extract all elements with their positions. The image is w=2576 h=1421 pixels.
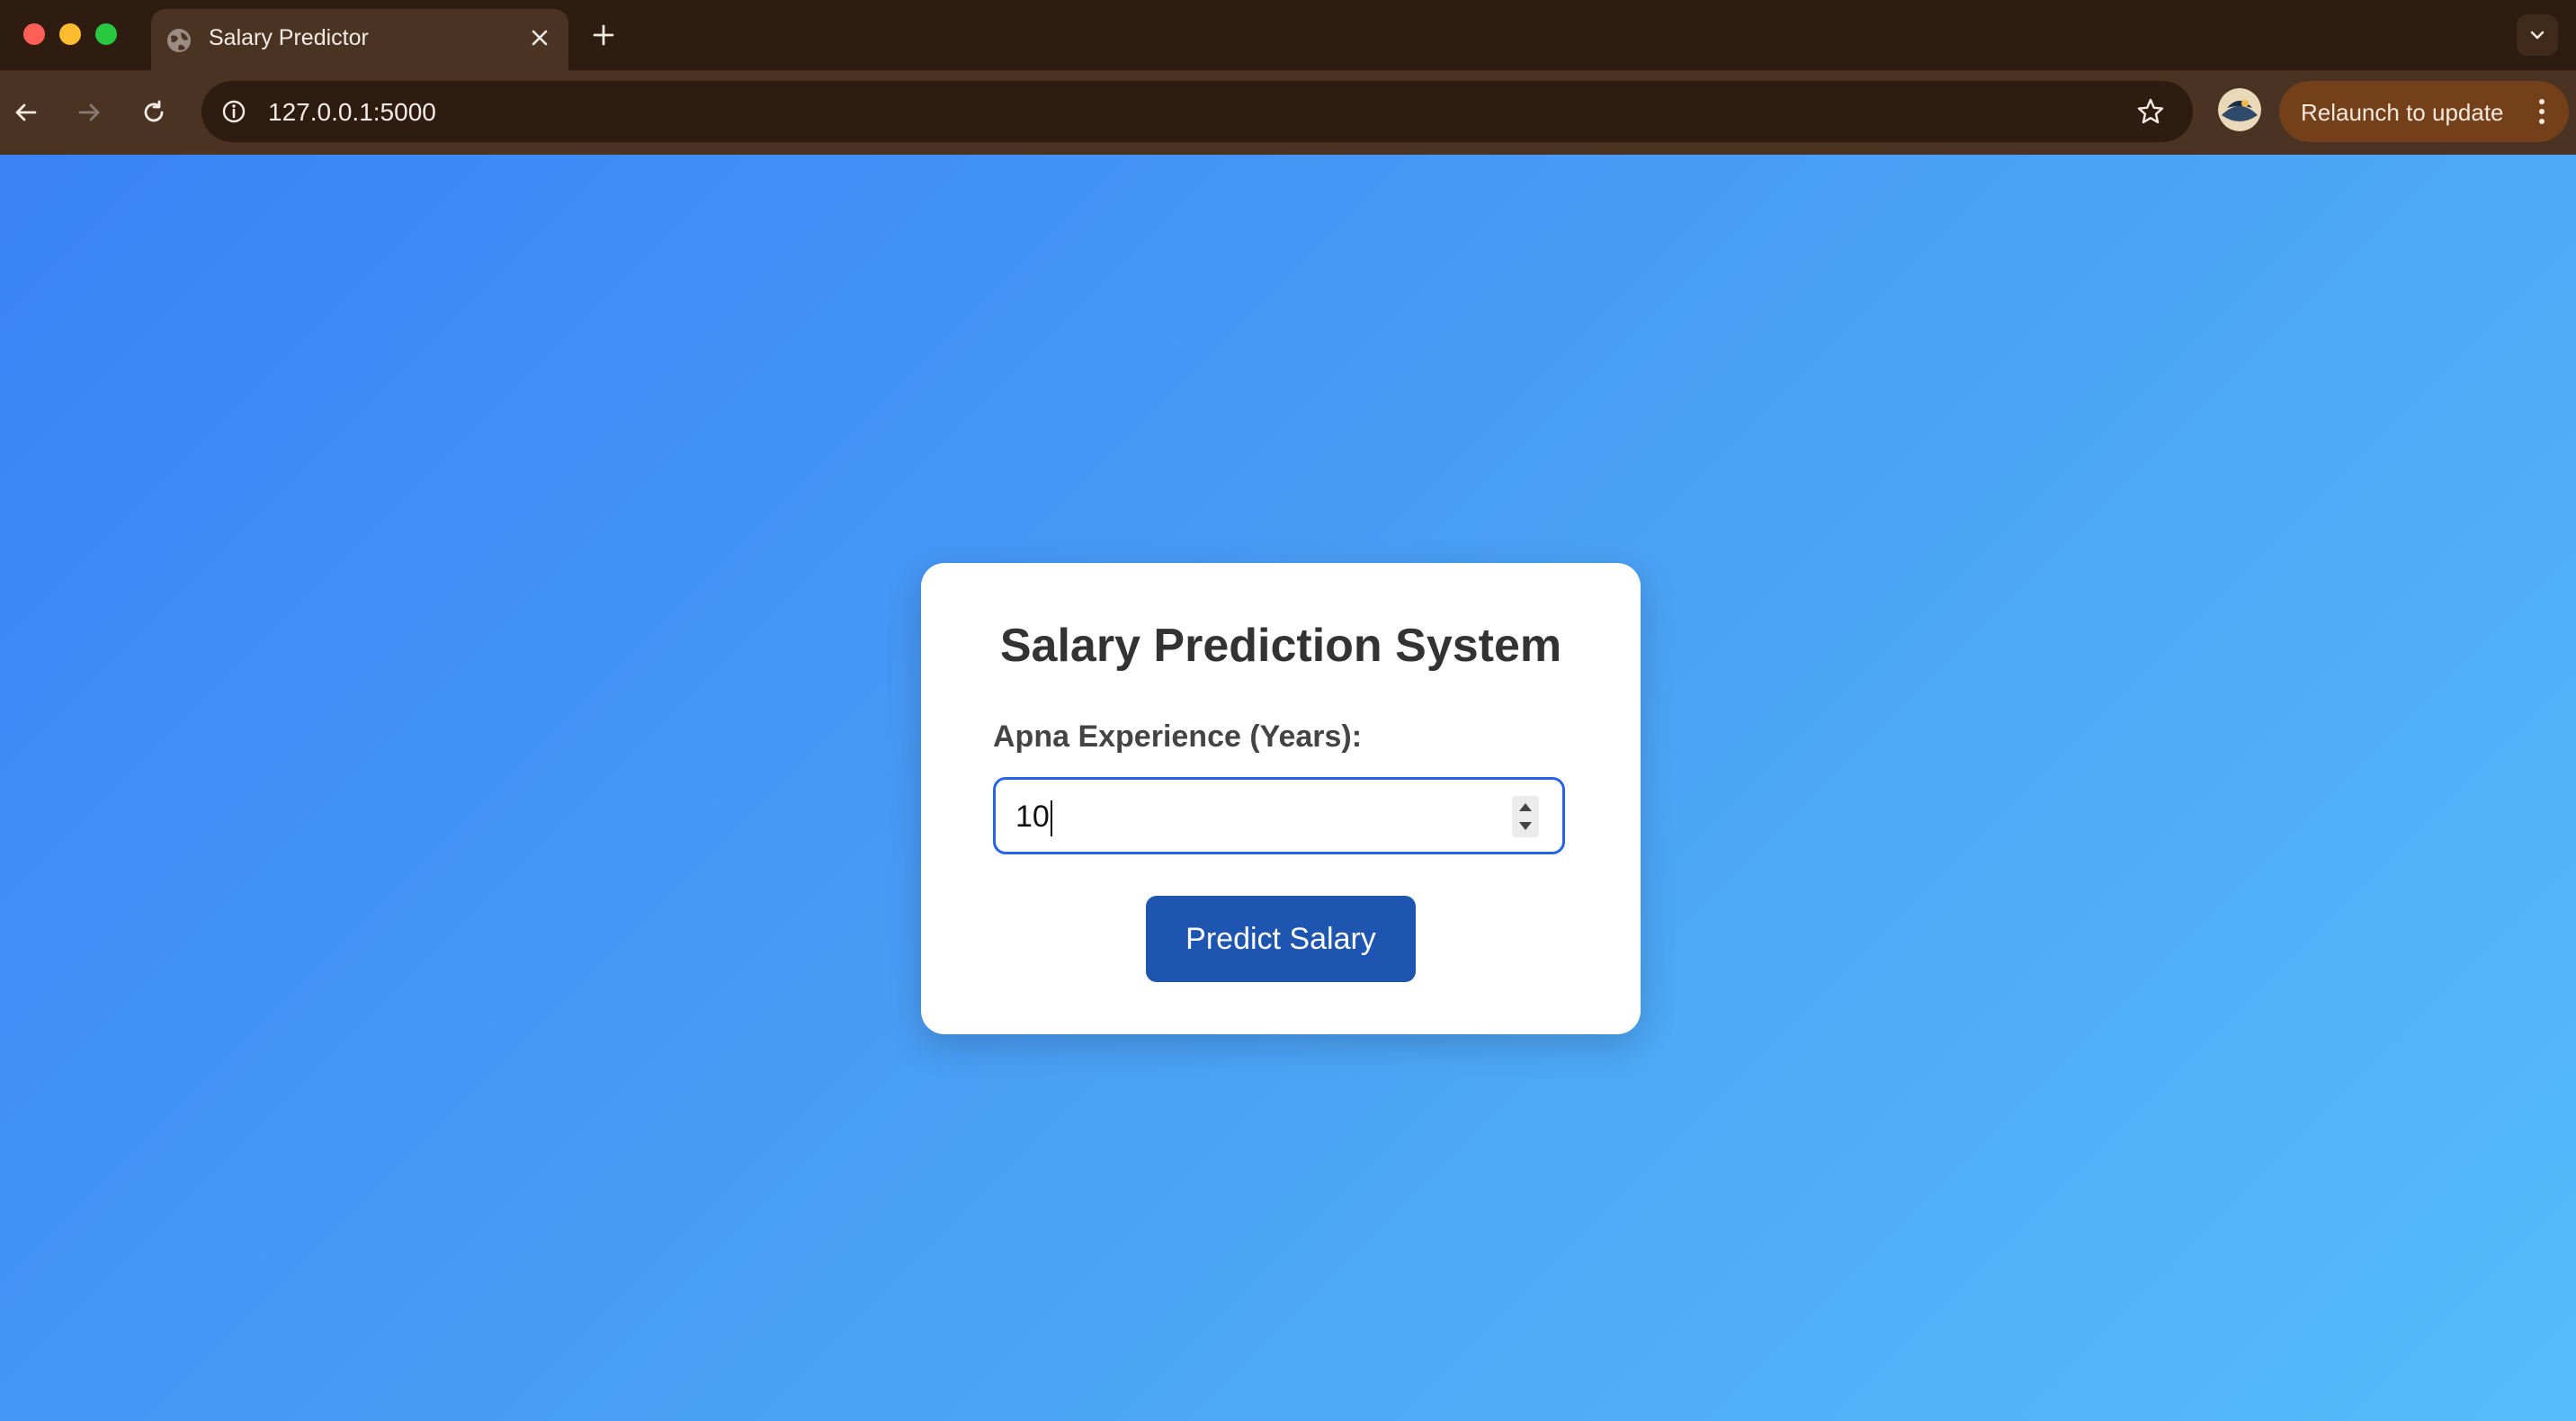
close-window-button[interactable] bbox=[23, 23, 45, 45]
tab-salary-predictor[interactable]: Salary Predictor bbox=[151, 9, 568, 70]
new-tab-button[interactable] bbox=[586, 18, 621, 52]
plus-icon bbox=[593, 24, 614, 46]
relaunch-button[interactable]: Relaunch to update bbox=[2279, 81, 2569, 142]
page-title: Salary Prediction System bbox=[999, 620, 1562, 672]
kebab-menu-icon[interactable] bbox=[2524, 94, 2560, 130]
number-stepper[interactable] bbox=[1512, 796, 1539, 837]
address-bar[interactable]: 127.0.0.1:5000 bbox=[201, 81, 2193, 142]
minimize-window-button[interactable] bbox=[59, 23, 81, 45]
arrow-right-icon bbox=[78, 103, 100, 121]
browser-window: Salary Predictor 127.0.0.1:5000 Relaunch… bbox=[0, 0, 2576, 1421]
stepper-down-icon[interactable] bbox=[1519, 822, 1532, 830]
info-icon[interactable] bbox=[218, 95, 250, 128]
back-button[interactable] bbox=[4, 90, 49, 135]
experience-input-value: 10 bbox=[1015, 800, 1052, 837]
browser-toolbar: 127.0.0.1:5000 Relaunch to update bbox=[0, 70, 2576, 155]
experience-label: Apna Experience (Years): bbox=[993, 719, 1363, 754]
star-icon[interactable] bbox=[2133, 94, 2168, 129]
close-icon[interactable] bbox=[525, 23, 554, 52]
relaunch-label: Relaunch to update bbox=[2301, 99, 2504, 126]
stepper-up-icon[interactable] bbox=[1519, 803, 1532, 811]
predict-salary-button[interactable]: Predict Salary bbox=[1146, 896, 1416, 982]
page-viewport: Salary Prediction System Apna Experience… bbox=[0, 155, 2576, 1421]
tab-strip: Salary Predictor bbox=[0, 0, 2576, 70]
avatar[interactable] bbox=[2218, 88, 2261, 131]
tab-search-button[interactable] bbox=[2517, 14, 2558, 56]
chevron-down-icon bbox=[2530, 31, 2545, 40]
reload-icon bbox=[144, 100, 164, 122]
url-text[interactable]: 127.0.0.1:5000 bbox=[268, 98, 436, 127]
maximize-window-button[interactable] bbox=[95, 23, 117, 45]
arrow-left-icon bbox=[15, 103, 37, 121]
reload-button[interactable] bbox=[131, 90, 176, 135]
tab-title: Salary Predictor bbox=[209, 25, 369, 50]
globe-icon bbox=[165, 27, 192, 54]
experience-input[interactable]: 10 bbox=[993, 777, 1565, 854]
prediction-card: Salary Prediction System Apna Experience… bbox=[921, 563, 1641, 1034]
forward-button[interactable] bbox=[67, 90, 112, 135]
